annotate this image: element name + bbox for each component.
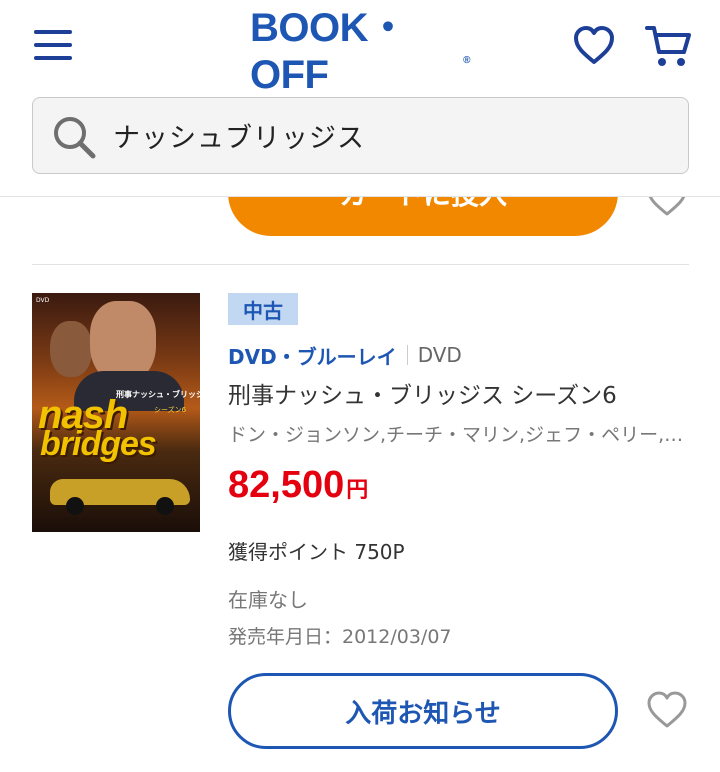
- cover-car-wheel: [156, 497, 174, 515]
- format-label: DVD: [417, 343, 462, 367]
- condition-badge: 中古: [228, 293, 298, 325]
- reward-points: 獲得ポイント 750P: [228, 540, 405, 564]
- stock-status: 在庫なし: [228, 588, 308, 612]
- category-row: DVD・ブルーレイ DVD: [228, 340, 462, 370]
- cover-car-wheel: [66, 497, 84, 515]
- bookoff-logo[interactable]: BOOK・OFF ®: [250, 6, 470, 97]
- cart-icon[interactable]: [644, 22, 692, 70]
- app-root: カートに投入 BOOK・OFF®: [0, 0, 720, 772]
- cover-title-line2: bridges: [40, 425, 157, 463]
- item-divider: [32, 264, 689, 265]
- cover-person-2: [50, 321, 92, 377]
- favorite-heart-icon[interactable]: [646, 690, 688, 730]
- logo-text: BOOK・OFF: [250, 5, 408, 97]
- search-icon[interactable]: [51, 114, 97, 160]
- cover-jp-title: 刑事ナッシュ・ブリッジス: [116, 390, 200, 399]
- price-value: 82,500: [228, 464, 345, 506]
- hamburger-menu-icon[interactable]: [32, 26, 76, 66]
- release-date: 発売年月日：2012/03/07: [228, 626, 452, 648]
- cover-jp-subtitle: シーズン6: [154, 406, 187, 414]
- product-price: 82,500 円: [228, 464, 368, 516]
- logo-registered-mark: ®: [463, 54, 470, 66]
- header: BOOK・OFF ®: [0, 0, 720, 197]
- heart-icon[interactable]: [572, 24, 616, 68]
- restock-notify-label: 入荷お知らせ: [345, 698, 501, 729]
- cover-dvd-mark: DVD: [36, 297, 50, 304]
- category-separator: [406, 345, 408, 365]
- search-bar: [32, 97, 689, 174]
- product-thumbnail[interactable]: DVD 刑事ナッシュ・ブリッジス シーズン6 nash bridges: [32, 293, 200, 532]
- product-title[interactable]: 刑事ナッシュ・ブリッジス シーズン6: [228, 376, 688, 412]
- price-unit: 円: [346, 478, 369, 503]
- restock-notify-button[interactable]: 入荷お知らせ: [228, 673, 618, 749]
- product-cast: ドン・ジョンソン,チーチ・マリン,ジェフ・ペリー,ジョディ・ライオンズ: [228, 424, 688, 446]
- search-input[interactable]: [113, 98, 673, 173]
- category-link[interactable]: DVD・ブルーレイ: [228, 341, 397, 370]
